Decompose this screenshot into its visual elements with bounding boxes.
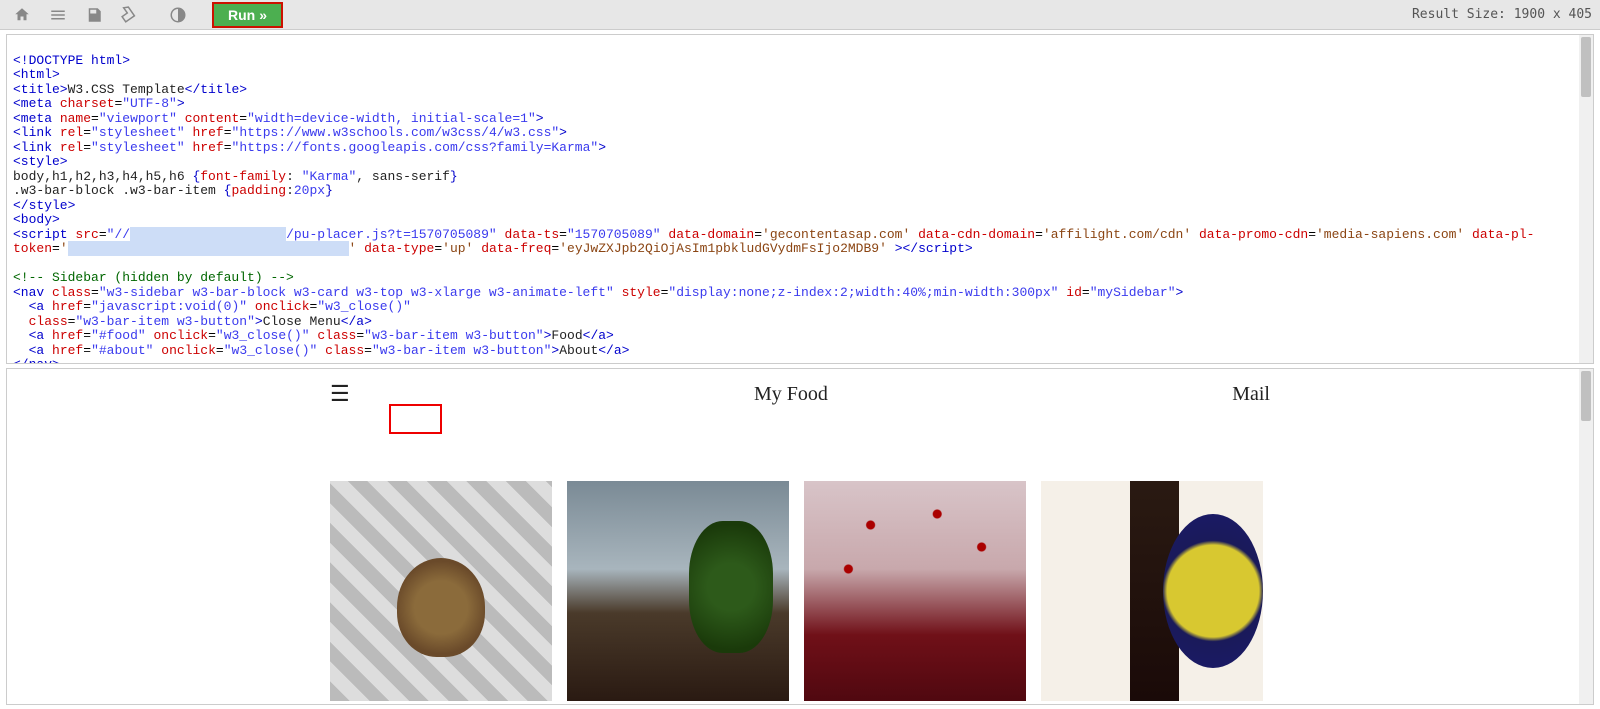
hamburger-icon[interactable]: ☰ [330,381,350,407]
food-gallery [310,481,1290,701]
menu-icon[interactable] [44,1,72,29]
theme-icon[interactable] [164,1,192,29]
food-image-cherries[interactable] [804,481,1026,701]
home-icon[interactable] [8,1,36,29]
save-icon[interactable] [80,1,108,29]
preview-header: ☰ My Food Mail [310,369,1290,411]
preview-scrollbar[interactable] [1579,369,1593,704]
run-button[interactable]: Run [212,2,283,28]
scrollbar-thumb[interactable] [1581,371,1591,421]
editor-toolbar: Run Result Size: 1900 x 405 [0,0,1600,30]
highlight-box [389,404,442,434]
result-preview: ☰ My Food Mail [6,368,1594,705]
scrollbar-thumb[interactable] [1581,37,1591,97]
result-size-label: Result Size: 1900 x 405 [1412,7,1592,22]
code-editor[interactable]: <!DOCTYPE html> <html> <title>W3.CSS Tem… [6,34,1594,364]
food-image-wine-pasta[interactable] [1041,481,1263,701]
food-image-sandwich[interactable] [330,481,552,701]
rotate-icon[interactable] [116,1,144,29]
mail-link[interactable]: Mail [1232,383,1270,406]
food-image-steak[interactable] [567,481,789,701]
editor-scrollbar[interactable] [1579,35,1593,363]
page-title: My Food [754,383,828,406]
